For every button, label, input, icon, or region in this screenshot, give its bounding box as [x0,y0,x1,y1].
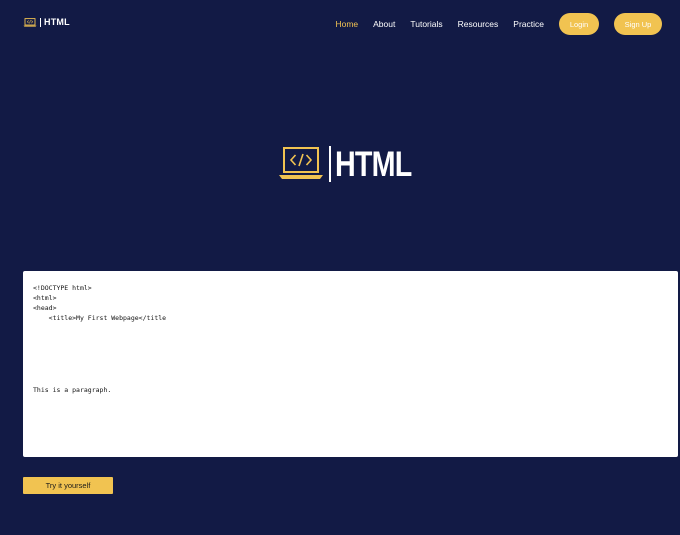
nav-resources[interactable]: Resources [458,19,499,29]
try-it-yourself-button[interactable]: Try it yourself [23,477,113,494]
top-navbar: HTML Home About Tutorials Resources Prac… [0,0,680,48]
code-example-panel: <!DOCTYPE html> <html> <head> <title>My … [23,271,678,457]
nav-about[interactable]: About [373,19,395,29]
code-line: <!DOCTYPE html> [33,284,92,292]
code-line: <head> [33,304,57,312]
signup-button[interactable]: Sign Up [614,13,662,35]
code-line: <title>My First Webpage</title [33,314,167,322]
main-nav: Home About Tutorials Resources Practice … [335,13,662,35]
nav-tutorials[interactable]: Tutorials [410,19,442,29]
brand-divider [40,17,41,27]
login-button[interactable]: Login [559,13,599,35]
laptop-code-icon [23,17,37,27]
hero-logo: HTML [278,146,428,182]
nav-practice[interactable]: Practice [513,19,544,29]
code-paragraph-output: This is a paragraph. [33,386,112,394]
laptop-code-icon [279,147,323,179]
hero-divider [329,146,331,182]
hero-title: HTML [334,144,412,184]
brand-label: HTML [44,17,70,27]
nav-home[interactable]: Home [335,19,358,29]
brand-logo[interactable]: HTML [23,17,70,27]
code-line: <html> [33,294,57,302]
